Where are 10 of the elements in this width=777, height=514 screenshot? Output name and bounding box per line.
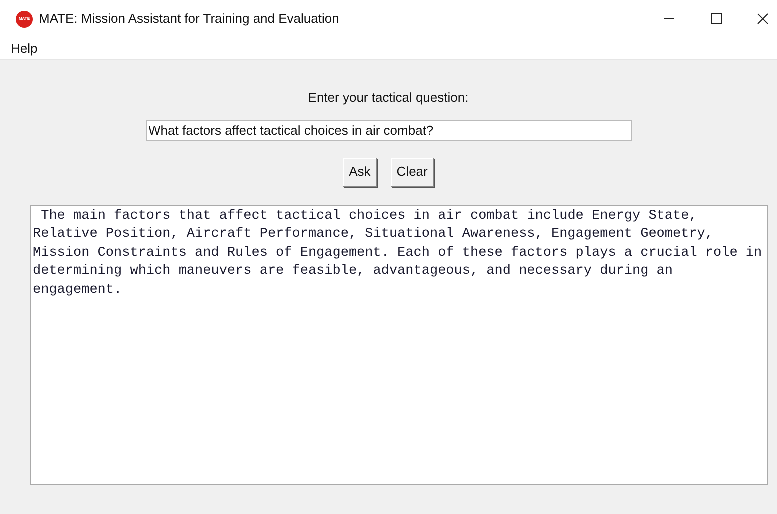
answer-text: The main factors that affect tactical choices in air combat include Energy State, Relative Position, Aircraft Performance, Situational Awareness, Engagement Geometry, Mission Constraints and Rules of Engagement. Each of these factors plays a crucial role in determining which maneuvers are feasible, advantageous, and necessary during an engagement. bbox=[33, 208, 764, 300]
answer-box[interactable] bbox=[30, 204, 768, 484]
question-field[interactable]: What factors affect tactical choices in air combat? bbox=[146, 120, 632, 140]
maximize-icon[interactable] bbox=[711, 13, 723, 25]
close-icon[interactable] bbox=[757, 13, 769, 25]
action-button[interactable]: Clear bbox=[390, 158, 434, 186]
window-title: MATE: Mission Assistant for Training and Evaluation bbox=[39, 10, 340, 28]
prompt-label: Enter your tactical question: bbox=[308, 89, 469, 107]
action-button[interactable]: Ask bbox=[343, 158, 377, 186]
menu-item[interactable]: Help bbox=[8, 38, 41, 58]
